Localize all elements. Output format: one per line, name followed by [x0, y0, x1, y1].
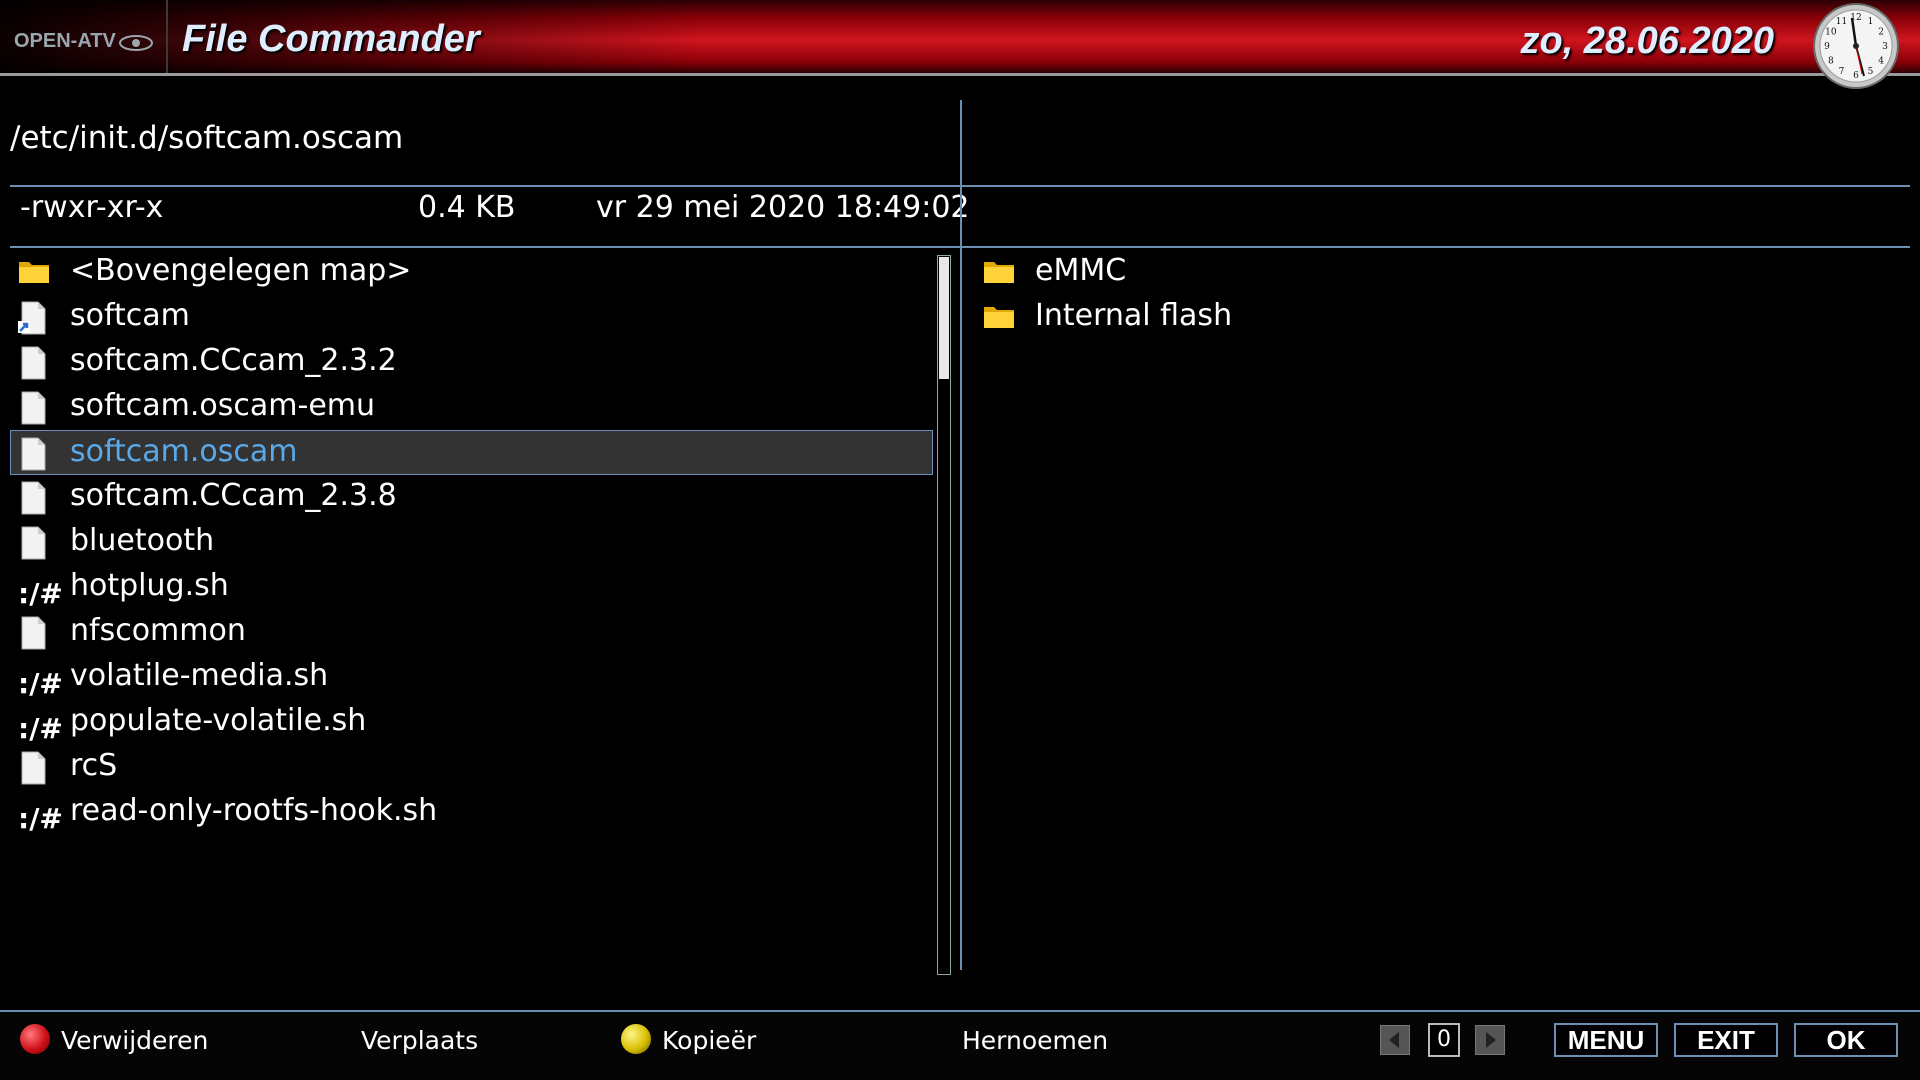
page-next-icon[interactable] [1475, 1025, 1505, 1055]
file-modified: vr 29 mei 2020 18:49:02 [596, 190, 970, 225]
list-item-label: softcam.oscam [70, 434, 298, 469]
list-item-label: populate-volatile.sh [70, 703, 367, 738]
green-dot-icon [320, 1024, 350, 1054]
file-icon [18, 526, 48, 560]
page-prev-icon[interactable] [1380, 1025, 1410, 1055]
yellow-dot-icon [621, 1024, 651, 1054]
list-item[interactable]: softcam [10, 295, 933, 340]
folder-icon [983, 301, 1014, 333]
list-item-label: softcam.CCcam_2.3.2 [70, 343, 397, 378]
list-item-label: Internal flash [1035, 298, 1233, 333]
list-item[interactable]: nfscommon [10, 610, 933, 655]
list-item-label: bluetooth [70, 523, 215, 558]
left-file-list[interactable]: <Bovengelegen map> softcam softcam.CCcam_2… [10, 255, 933, 975]
list-item[interactable]: softcam.CCcam_2.3.2 [10, 340, 933, 385]
clock-numeral: 5 [1868, 67, 1874, 77]
list-item-label: <Bovengelegen map> [70, 255, 412, 288]
green-button-move[interactable]: Verplaats [320, 1022, 540, 1058]
green-button-label: Verplaats [361, 1026, 479, 1055]
list-item-label: softcam.oscam-emu [70, 388, 376, 423]
list-item[interactable]: rcS [10, 745, 933, 790]
clock-numeral: 8 [1828, 57, 1834, 67]
file-icon [18, 616, 48, 650]
clock-numeral: 6 [1853, 71, 1859, 81]
script-glyph: :/# [18, 802, 63, 835]
clock-numeral: 11 [1836, 17, 1847, 27]
page-number: 0 [1428, 1023, 1460, 1057]
yellow-button-label: Kopieër [662, 1026, 757, 1055]
left-scrollbar[interactable] [937, 255, 951, 975]
blue-button-label: Hernoemen [962, 1026, 1109, 1055]
clock-numeral: 4 [1878, 57, 1884, 67]
clock-icon: 12 1234567891011 [1813, 3, 1899, 89]
file-icon [18, 751, 48, 785]
header-date: zo, 28.06.2020 [1520, 20, 1774, 62]
script-glyph: :/# [18, 667, 63, 700]
folder-icon [983, 256, 1014, 288]
symlink-file-icon [18, 301, 48, 335]
blue-dot-icon [921, 1024, 951, 1054]
blue-button-rename[interactable]: Hernoemen [921, 1022, 1161, 1058]
list-item[interactable]: softcam.oscam-emu [10, 385, 933, 430]
yellow-button-copy[interactable]: Kopieër [621, 1022, 841, 1058]
eye-icon [119, 35, 153, 51]
list-item-label: read-only-rootfs-hook.sh [70, 793, 438, 828]
script-icon: :/# [18, 661, 63, 700]
list-item[interactable]: softcam.CCcam_2.3.8 [10, 475, 933, 520]
script-icon: :/# [18, 571, 63, 610]
list-item[interactable]: <Bovengelegen map> [10, 255, 933, 295]
list-item-label: rcS [70, 748, 118, 783]
list-item[interactable]: :/# hotplug.sh [10, 565, 933, 610]
folder-icon [18, 256, 49, 288]
scrollbar-thumb[interactable] [939, 257, 949, 379]
list-item-label: hotplug.sh [70, 568, 229, 603]
red-button-label: Verwijderen [61, 1026, 209, 1055]
list-item-label: eMMC [1035, 253, 1127, 288]
panel-divider [960, 100, 962, 970]
list-item[interactable]: :/# populate-volatile.sh [10, 700, 933, 745]
brand-logo: OPEN-ATV [14, 30, 116, 52]
clock-numeral: 9 [1824, 42, 1830, 52]
list-item-label: nfscommon [70, 613, 246, 648]
list-item-label: softcam [70, 298, 190, 333]
list-item-selected[interactable]: softcam.oscam [10, 430, 933, 475]
ok-button[interactable]: OK [1794, 1023, 1898, 1057]
menu-button[interactable]: MENU [1554, 1023, 1658, 1057]
file-icon [18, 346, 48, 380]
page-title: File Commander [182, 18, 480, 60]
script-icon: :/# [18, 706, 63, 745]
file-icon [18, 437, 48, 471]
list-item[interactable]: :/# read-only-rootfs-hook.sh [10, 790, 933, 835]
list-item[interactable]: eMMC [975, 250, 1905, 295]
red-button-delete[interactable]: Verwijderen [20, 1022, 260, 1058]
file-size: 0.4 KB [418, 190, 516, 225]
current-path: /etc/init.d/softcam.oscam [10, 120, 404, 156]
header-separator [166, 0, 168, 73]
list-item-label: volatile-media.sh [70, 658, 329, 693]
script-glyph: :/# [18, 577, 63, 610]
clock-numeral: 7 [1839, 67, 1845, 77]
script-glyph: :/# [18, 712, 63, 745]
clock-numeral: 1 [1868, 17, 1874, 27]
red-dot-icon [20, 1024, 50, 1054]
right-file-list[interactable]: eMMC Internal flash [975, 253, 1905, 975]
file-icon [18, 481, 48, 515]
clock-numeral: 10 [1825, 28, 1837, 38]
list-item[interactable]: Internal flash [975, 295, 1905, 340]
file-icon [18, 391, 48, 425]
clock-numeral: 2 [1878, 28, 1884, 38]
header-bar: OPEN-ATV File Commander zo, 28.06.2020 [0, 0, 1920, 76]
clock-numeral: 3 [1882, 42, 1888, 52]
file-permissions: -rwxr-xr-x [20, 190, 164, 225]
list-item[interactable]: :/# volatile-media.sh [10, 655, 933, 700]
script-icon: :/# [18, 796, 63, 835]
exit-button[interactable]: EXIT [1674, 1023, 1778, 1057]
list-item[interactable]: bluetooth [10, 520, 933, 565]
list-item-label: softcam.CCcam_2.3.8 [70, 478, 397, 513]
